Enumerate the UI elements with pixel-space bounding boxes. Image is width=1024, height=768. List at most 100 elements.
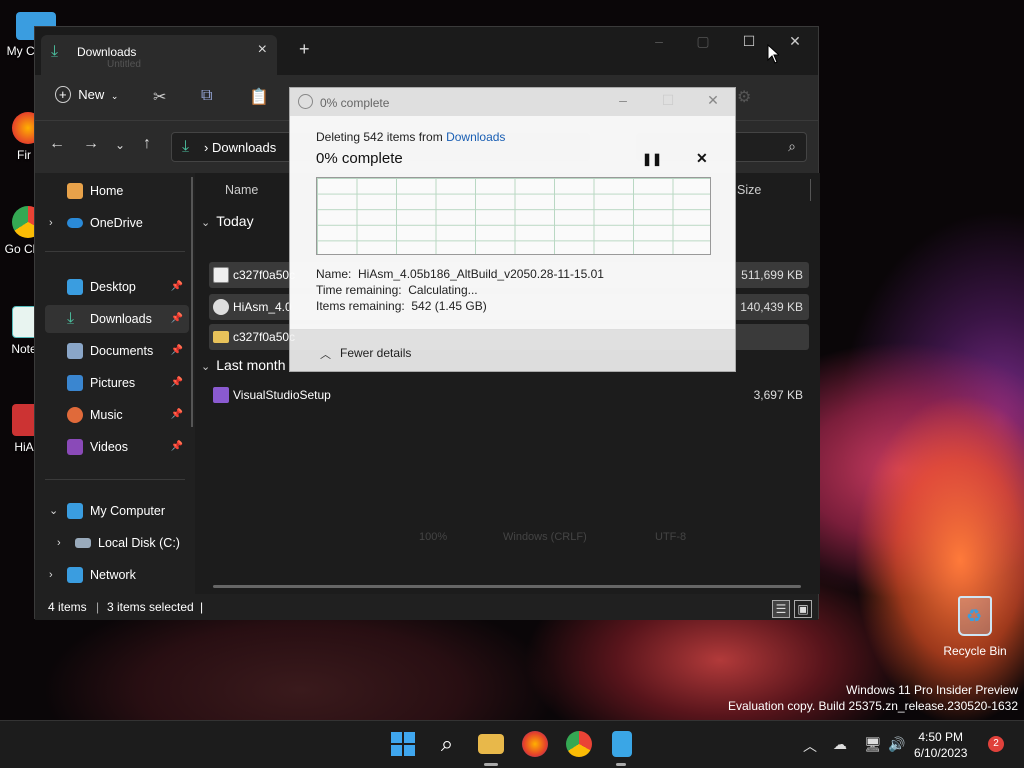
- sidebar-item-downloads[interactable]: ⤓ Downloads 📌: [45, 305, 189, 333]
- download-icon: ⤓: [182, 138, 190, 155]
- firefox-taskbar-icon[interactable]: [522, 731, 548, 757]
- sidebar-item-my-computer[interactable]: ⌄ My Computer: [45, 497, 189, 525]
- sidebar-item-label: Home: [90, 184, 124, 198]
- maximize-button[interactable]: ☐: [727, 33, 771, 50]
- sidebar-item-label: Documents: [90, 344, 154, 358]
- detail-label: Time remaining:: [316, 283, 402, 297]
- column-header-name[interactable]: Name: [225, 183, 258, 197]
- close-window-button[interactable]: ✕: [773, 33, 817, 50]
- tiles-view-icon[interactable]: ▣: [794, 600, 812, 618]
- detail-items-remaining: Items remaining: 542 (1.45 GB): [316, 299, 487, 313]
- pin-icon[interactable]: 📌: [171, 369, 183, 397]
- breadcrumb-label: Downloads: [211, 140, 277, 155]
- clock-date: 6/10/2023: [914, 746, 968, 760]
- sidebar-item-onedrive[interactable]: › OneDrive: [45, 209, 189, 237]
- paste-icon[interactable]: 📋: [249, 87, 269, 107]
- sidebar-item-label: Downloads: [90, 312, 152, 326]
- file-explorer-taskbar-icon[interactable]: [478, 734, 504, 754]
- dialog-title: 0% complete: [320, 96, 390, 110]
- cloud-icon: [67, 218, 83, 228]
- pause-button[interactable]: ❚❚: [642, 152, 662, 166]
- details-view-icon[interactable]: ☰: [772, 600, 790, 618]
- chrome-taskbar-icon[interactable]: [566, 731, 592, 757]
- windows-logo-icon: [391, 732, 415, 756]
- ghost-restore-icon: ▢: [696, 33, 710, 49]
- breadcrumb[interactable]: › Downloads: [204, 140, 276, 155]
- tab-bar: ⤓ Downloads Untitled × + – ▢ ☐ ✕: [35, 27, 818, 75]
- sidebar-item-home[interactable]: Home: [45, 177, 189, 205]
- fewer-details-toggle[interactable]: ︿ Fewer details: [290, 329, 735, 373]
- pin-icon[interactable]: 📌: [171, 337, 183, 365]
- onedrive-tray-icon[interactable]: ☁: [833, 736, 847, 753]
- chevron-right-icon[interactable]: ›: [57, 529, 61, 557]
- up-button[interactable]: ↑: [143, 135, 151, 153]
- folder-icon: [213, 331, 229, 343]
- group-today[interactable]: ⌄ Today: [201, 213, 254, 229]
- chevron-right-icon[interactable]: ›: [49, 561, 53, 589]
- taskbar-clock[interactable]: 4:50 PM 6/10/2023: [914, 729, 967, 761]
- dialog-close-button[interactable]: ✕: [693, 92, 733, 109]
- column-header-size[interactable]: Size: [737, 183, 761, 197]
- sidebar-item-label: Network: [90, 568, 136, 582]
- sidebar-item-network[interactable]: › Network: [45, 561, 189, 589]
- fewer-details-label: Fewer details: [340, 346, 412, 360]
- pin-icon[interactable]: 📌: [171, 273, 183, 301]
- sidebar-item-label: My Computer: [90, 504, 166, 518]
- file-size: 140,439 KB: [740, 300, 803, 314]
- chevron-down-icon[interactable]: ⌄: [49, 497, 58, 525]
- table-row[interactable]: VisualStudioSetup 3,697 KB: [209, 382, 809, 408]
- sidebar-item-pictures[interactable]: Pictures 📌: [45, 369, 189, 397]
- documents-icon: [67, 343, 83, 359]
- sidebar-item-videos[interactable]: Videos 📌: [45, 433, 189, 461]
- cancel-button[interactable]: ✕: [696, 150, 708, 167]
- recent-locations-button[interactable]: ⌄: [115, 138, 125, 152]
- new-button[interactable]: + New ⌄: [55, 86, 119, 103]
- downloads-link[interactable]: Downloads: [446, 130, 505, 144]
- minimize-button[interactable]: –: [637, 33, 681, 49]
- cut-icon[interactable]: ✂: [153, 87, 166, 107]
- back-button[interactable]: ←: [49, 135, 65, 153]
- computer-icon: [67, 503, 83, 519]
- notepad-taskbar-icon[interactable]: [612, 731, 632, 757]
- copy-icon[interactable]: ⧉: [201, 87, 212, 105]
- dialog-minimize-button[interactable]: –: [603, 92, 643, 108]
- search-icon[interactable]: ⌕: [434, 731, 460, 757]
- mouse-cursor-icon: [767, 44, 779, 64]
- desktop-icon-recycle-bin[interactable]: ♻ Recycle Bin: [940, 596, 1010, 658]
- show-hidden-icons-button[interactable]: ︿: [803, 736, 817, 756]
- taskbar: ⌕ ︿ ☁ 🖥 🔊 4:50 PM 6/10/2023 2: [0, 720, 1024, 768]
- visual-studio-icon: [213, 387, 229, 403]
- ghost-eol-text: Windows (CRLF): [503, 531, 587, 543]
- chevron-right-icon[interactable]: ›: [49, 209, 53, 237]
- group-last-month[interactable]: ⌄ Last month: [201, 357, 285, 373]
- status-item-count: 4 items: [48, 600, 87, 614]
- progress-graph: [316, 177, 711, 255]
- volume-tray-icon[interactable]: 🔊: [888, 736, 905, 753]
- sidebar-item-desktop[interactable]: Desktop 📌: [45, 273, 189, 301]
- notification-badge[interactable]: 2: [988, 736, 1004, 752]
- sidebar-scrollbar[interactable]: [191, 177, 193, 427]
- sidebar-item-label: Desktop: [90, 280, 136, 294]
- ghost-title: Untitled: [107, 59, 141, 70]
- sidebar-item-local-disk[interactable]: › Local Disk (C:): [45, 529, 189, 557]
- sidebar-item-documents[interactable]: Documents 📌: [45, 337, 189, 365]
- tab-downloads[interactable]: ⤓ Downloads Untitled ×: [41, 35, 277, 75]
- new-tab-button[interactable]: +: [299, 39, 310, 60]
- dialog-maximize-button: ☐: [661, 92, 675, 108]
- horizontal-scrollbar[interactable]: [213, 585, 801, 588]
- network-tray-icon[interactable]: 🖥: [864, 736, 882, 753]
- pin-icon[interactable]: 📌: [171, 305, 183, 333]
- chevron-up-icon: ︿: [320, 349, 331, 361]
- close-tab-icon[interactable]: ×: [258, 41, 267, 59]
- chevron-down-icon: ⌄: [110, 91, 119, 101]
- clock-time: 4:50 PM: [918, 730, 964, 744]
- start-button[interactable]: [390, 731, 416, 757]
- sidebar-item-music[interactable]: Music 📌: [45, 401, 189, 429]
- forward-button[interactable]: →: [83, 135, 99, 153]
- pin-icon[interactable]: 📌: [171, 401, 183, 429]
- pin-icon[interactable]: 📌: [171, 433, 183, 461]
- group-label: Last month: [216, 357, 286, 373]
- settings-icon[interactable]: ⚙: [737, 87, 751, 107]
- ghost-encoding-text: UTF-8: [655, 531, 687, 543]
- detail-label: Name:: [316, 267, 352, 281]
